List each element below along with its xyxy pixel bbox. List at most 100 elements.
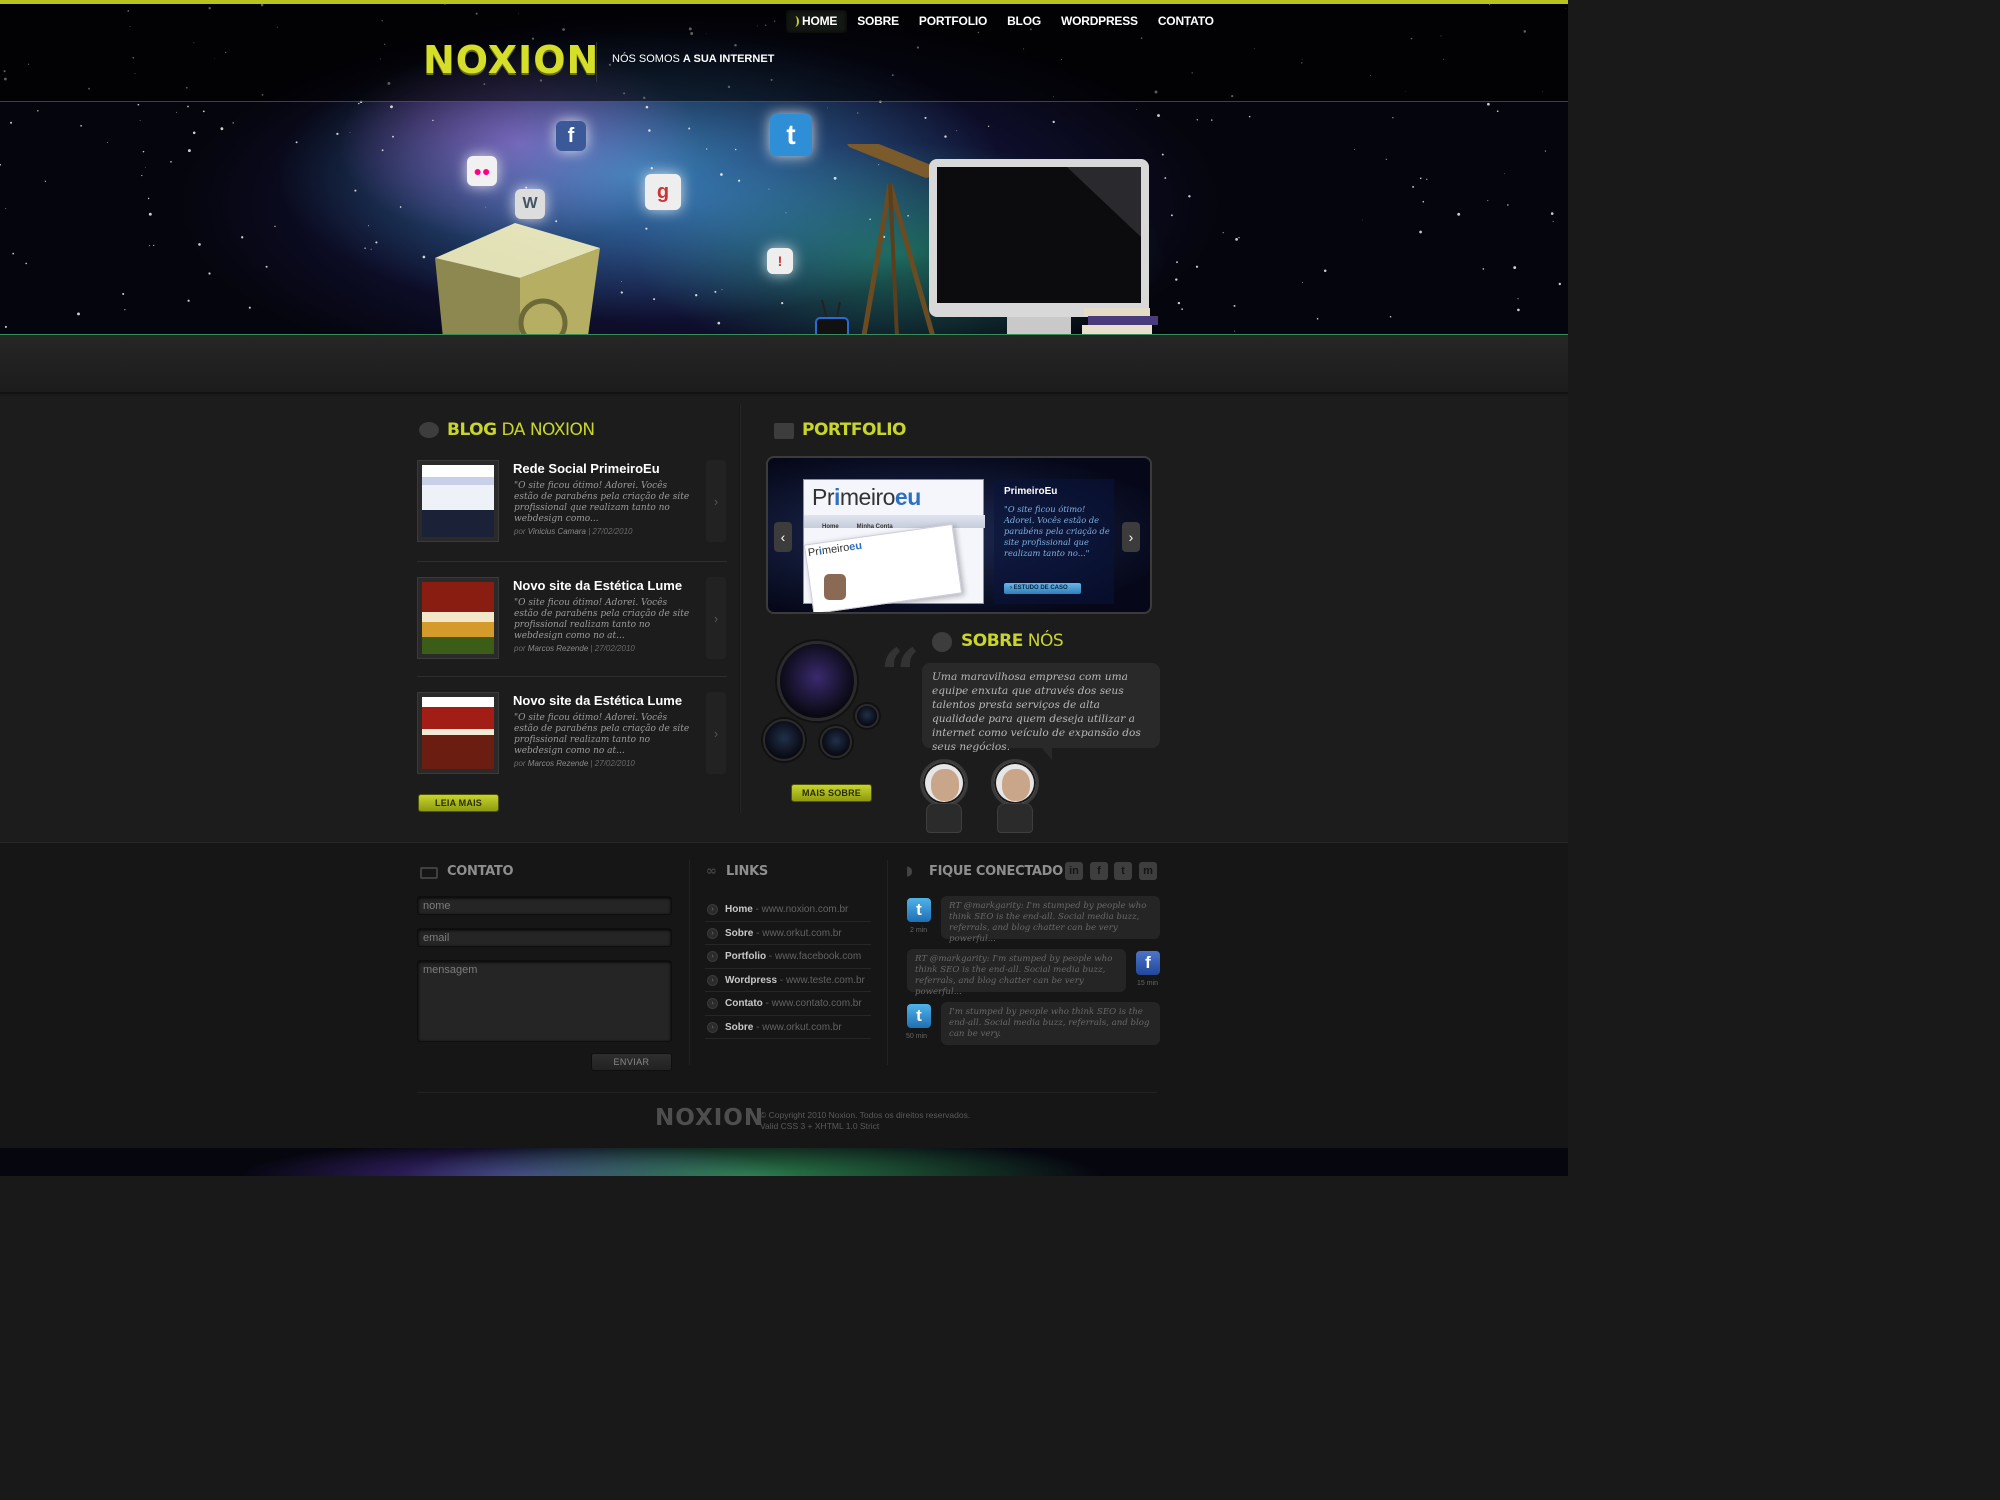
star	[721, 289, 723, 291]
link-label[interactable]: Home	[725, 904, 753, 915]
link-label[interactable]: Sobre	[725, 1022, 753, 1033]
star	[1157, 114, 1160, 117]
send-button[interactable]: ENVIAR	[591, 1053, 672, 1071]
case-study-button[interactable]: › ESTUDO DE CASO	[1004, 583, 1081, 594]
name-field[interactable]	[417, 896, 672, 915]
twitter-icon[interactable]: t	[907, 1004, 931, 1028]
star	[781, 301, 784, 305]
blog-post[interactable]: Rede Social PrimeiroEu "O site ficou óti…	[417, 460, 727, 546]
nav-blog[interactable]: BLOG	[997, 10, 1051, 33]
nav-home[interactable]: HOME	[786, 10, 848, 33]
star	[5, 208, 7, 209]
star	[392, 135, 394, 138]
facebook-float-icon: f	[556, 121, 586, 151]
star	[1177, 301, 1181, 305]
twitter-float-icon: t	[770, 114, 812, 156]
post-title[interactable]: Rede Social PrimeiroEu	[513, 461, 660, 476]
link-icon: ∞	[706, 864, 717, 879]
star	[141, 174, 143, 177]
star	[1211, 119, 1213, 121]
list-item[interactable]: › Sobre - www.orkut.com.br	[705, 1016, 871, 1039]
list-item[interactable]: › Wordpress - www.teste.com.br	[705, 969, 871, 992]
myspace-icon[interactable]: m	[1139, 862, 1157, 880]
link-label[interactable]: Portfolio	[725, 951, 766, 962]
open-box-illustration	[435, 223, 600, 334]
star	[1176, 261, 1178, 264]
post-thumbnail[interactable]	[417, 692, 499, 774]
star	[688, 127, 691, 130]
star	[1164, 177, 1167, 179]
star	[153, 244, 155, 247]
star	[147, 197, 150, 200]
star	[142, 150, 145, 153]
star	[1412, 185, 1415, 188]
link-label[interactable]: Contato	[725, 998, 763, 1009]
read-more-button[interactable]: LEIA MAIS	[418, 794, 499, 812]
link-url: - www.orkut.com.br	[753, 1021, 842, 1033]
planet-bubble-small	[820, 726, 852, 758]
links-list: › Home - www.noxion.com.br › Sobre - www.o…	[705, 898, 871, 1039]
tweet-time: 2 min	[910, 927, 928, 934]
list-item[interactable]: › Contato - www.contato.com.br	[705, 992, 871, 1016]
main-nav: HOME SOBRE PORTFOLIO BLOG WORDPRESS CONT…	[786, 10, 1224, 33]
chevron-right-icon[interactable]: ›	[1122, 522, 1140, 552]
facebook-icon[interactable]: f	[1090, 862, 1108, 880]
chevron-left-icon[interactable]: ‹	[774, 522, 792, 552]
post-title[interactable]: Novo site da Estética Lume	[513, 578, 682, 593]
list-item[interactable]: › Sobre - www.orkut.com.br	[705, 922, 871, 945]
team-member-avatar[interactable]	[991, 759, 1039, 833]
chevron-right-icon[interactable]: ›	[706, 460, 726, 542]
planet-bubble-small	[763, 719, 805, 761]
star	[653, 298, 656, 301]
star	[107, 141, 109, 143]
chevron-right-icon[interactable]: ›	[706, 577, 726, 659]
slide-logo-pre: Pr	[812, 484, 835, 510]
star	[1507, 204, 1509, 206]
list-item[interactable]: › Home - www.noxion.com.br	[705, 898, 871, 922]
star	[370, 248, 372, 250]
more-about-button[interactable]: MAIS SOBRE	[791, 784, 872, 802]
facebook-icon[interactable]: f	[1136, 951, 1160, 975]
pencil-cup-illustration	[815, 300, 849, 334]
team-member-avatar[interactable]	[920, 759, 968, 833]
email-field[interactable]	[417, 928, 672, 947]
footer-logo[interactable]: NOXION	[655, 1105, 764, 1131]
star	[833, 176, 837, 180]
nav-portfolio[interactable]: PORTFOLIO	[909, 10, 997, 33]
star	[1385, 158, 1387, 160]
star	[368, 225, 370, 227]
nav-wordpress[interactable]: WORDPRESS	[1051, 10, 1148, 33]
star	[1552, 220, 1554, 222]
nav-sobre[interactable]: SOBRE	[847, 10, 909, 33]
books-stack-illustration	[1082, 308, 1158, 334]
twitter-icon[interactable]: t	[907, 898, 931, 922]
slide-screenshot[interactable]: Primeiroeu Home Minha Conta Primeiroeu	[803, 479, 985, 612]
footer-divider	[887, 860, 888, 1065]
post-thumbnail[interactable]	[417, 577, 499, 659]
blog-post[interactable]: Novo site da Estética Lume "O site ficou…	[417, 577, 727, 663]
linkedin-icon[interactable]: in	[1065, 862, 1083, 880]
flickr-float-icon: ●●	[467, 156, 497, 186]
chevron-right-icon[interactable]: ›	[706, 692, 726, 774]
portfolio-slider[interactable]: Primeiroeu Home Minha Conta Primeiroeu Pr…	[766, 456, 1152, 614]
blog-post[interactable]: Novo site da Estética Lume "O site ficou…	[417, 692, 727, 778]
twitter-icon[interactable]: t	[1114, 862, 1132, 880]
list-item[interactable]: › Portfolio - www.facebook.com	[705, 945, 871, 969]
site-logo[interactable]: NOXION	[423, 38, 599, 82]
star	[1558, 282, 1562, 286]
star	[1419, 177, 1422, 180]
post-title[interactable]: Novo site da Estética Lume	[513, 693, 682, 708]
star	[1238, 236, 1240, 239]
post-thumbnail[interactable]	[417, 460, 499, 542]
star	[144, 166, 146, 168]
star	[1323, 269, 1327, 272]
nav-contato[interactable]: CONTATO	[1148, 10, 1224, 33]
star	[364, 247, 366, 249]
tweet-item: I'm stumped by people who think SEO is t…	[941, 1002, 1160, 1045]
link-label[interactable]: Sobre	[725, 928, 753, 939]
star	[202, 110, 205, 113]
message-field[interactable]	[417, 960, 672, 1042]
star	[149, 245, 150, 247]
telescope-illustration	[847, 144, 935, 334]
link-label[interactable]: Wordpress	[725, 975, 777, 986]
